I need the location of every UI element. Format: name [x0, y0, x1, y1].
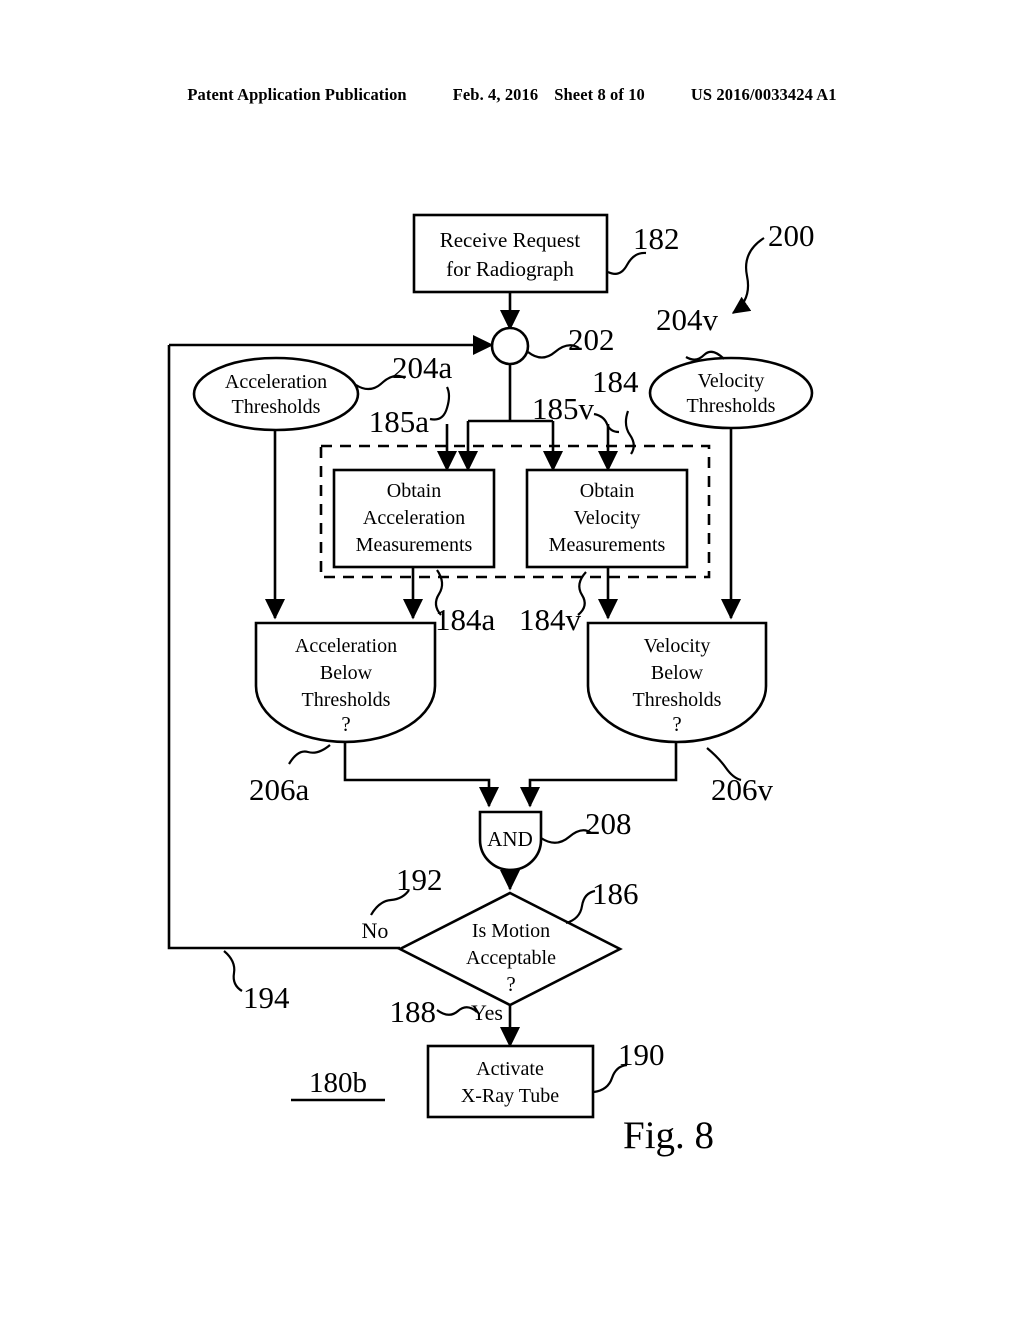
flowchart-figure: Receive Request for Radiograph Accelerat…: [167, 213, 815, 1157]
activate-tube-line2: X-Ray Tube: [461, 1085, 559, 1107]
is-motion-question-mark: ?: [506, 972, 515, 996]
ref-186: 186: [592, 876, 639, 911]
velocity-below-line2: Below: [651, 662, 704, 684]
leader-186: [565, 889, 596, 925]
velocity-below-line3: Thresholds: [633, 689, 722, 711]
ref-206v: 206v: [711, 772, 774, 807]
ref-184v: 184v: [519, 602, 582, 637]
leader-194: [223, 950, 243, 992]
branch-label-yes: Yes: [471, 1000, 503, 1025]
node-is-motion-acceptable[interactable]: Is Motion Acceptable ?: [397, 891, 623, 1007]
accel-below-line3: Thresholds: [302, 689, 391, 711]
accel-below-line2: Below: [320, 662, 373, 684]
node-velocity-thresholds[interactable]: Velocity Thresholds: [648, 356, 814, 430]
node-and-gate[interactable]: AND: [478, 810, 543, 872]
ref-182: 182: [633, 221, 680, 256]
velocity-below-line1: Velocity: [644, 635, 711, 657]
ref-208: 208: [585, 806, 632, 841]
link-velocity-decision-to-and: [519, 742, 678, 808]
ref-185a: 185a: [369, 404, 430, 439]
leader-182: [607, 251, 647, 275]
leader-184: [624, 410, 635, 455]
ref-188: 188: [390, 994, 437, 1029]
ref-192: 192: [396, 862, 443, 897]
link-accel-decision-to-and: [343, 742, 500, 808]
node-receive-request[interactable]: Receive Request for Radiograph: [412, 213, 609, 294]
ref-204a: 204a: [392, 350, 453, 385]
leader-208: [540, 829, 592, 844]
ref-190: 190: [618, 1037, 665, 1072]
node-acceleration-below-thresholds[interactable]: Acceleration Below Thresholds ?: [254, 621, 437, 744]
node-acceleration-thresholds[interactable]: Acceleration Thresholds: [192, 356, 360, 432]
obtain-accel-line3: Measurements: [356, 534, 473, 556]
and-gate-label: AND: [487, 827, 533, 851]
obtain-velocity-line3: Measurements: [549, 534, 666, 556]
is-motion-line1: Is Motion: [472, 920, 550, 942]
ref-184a: 184a: [435, 602, 496, 637]
velocity-thresholds-line1: Velocity: [698, 370, 765, 392]
acceleration-thresholds-line1: Acceleration: [225, 371, 327, 393]
node-activate-xray-tube[interactable]: Activate X-Ray Tube: [426, 1044, 595, 1119]
diagram-tag-text: 180b: [309, 1067, 367, 1099]
ref-206a: 206a: [249, 772, 310, 807]
velocity-thresholds-line2: Thresholds: [687, 395, 776, 417]
leader-185a: [429, 386, 451, 421]
obtain-velocity-line1: Obtain: [580, 480, 634, 502]
figure-label: Fig. 8: [623, 1114, 714, 1157]
node-obtain-acceleration-measurements[interactable]: Obtain Acceleration Measurements: [332, 468, 496, 569]
node-junction-circle[interactable]: [490, 326, 530, 366]
ref-204v: 204v: [656, 302, 719, 337]
is-motion-line2: Acceptable: [466, 947, 556, 969]
ref-200: 200: [768, 218, 815, 253]
accel-below-question-mark: ?: [341, 712, 350, 736]
obtain-accel-line1: Obtain: [387, 480, 441, 502]
obtain-accel-line2: Acceleration: [363, 507, 465, 529]
diagram-tag-180b: 180b: [291, 1067, 385, 1102]
ref-202: 202: [568, 322, 615, 357]
ref-185v: 185v: [532, 391, 595, 426]
branch-label-no: No: [362, 918, 389, 943]
node-obtain-velocity-measurements[interactable]: Obtain Velocity Measurements: [525, 468, 689, 569]
acceleration-thresholds-line2: Thresholds: [232, 396, 321, 418]
obtain-velocity-line2: Velocity: [574, 507, 641, 529]
patent-figure-page: Patent Application Publication Feb. 4, 2…: [0, 0, 1024, 1320]
velocity-below-question-mark: ?: [672, 712, 681, 736]
accel-below-line1: Acceleration: [295, 635, 397, 657]
ref-194: 194: [243, 980, 290, 1015]
ref-184: 184: [592, 364, 639, 399]
receive-request-line1: Receive Request: [440, 228, 581, 252]
leader-200: [731, 237, 765, 314]
receive-request-line2: for Radiograph: [446, 257, 574, 281]
node-velocity-below-thresholds[interactable]: Velocity Below Thresholds ?: [586, 621, 768, 744]
leader-206a: [288, 744, 331, 765]
activate-tube-line1: Activate: [476, 1058, 544, 1080]
leader-185v: [593, 412, 620, 434]
